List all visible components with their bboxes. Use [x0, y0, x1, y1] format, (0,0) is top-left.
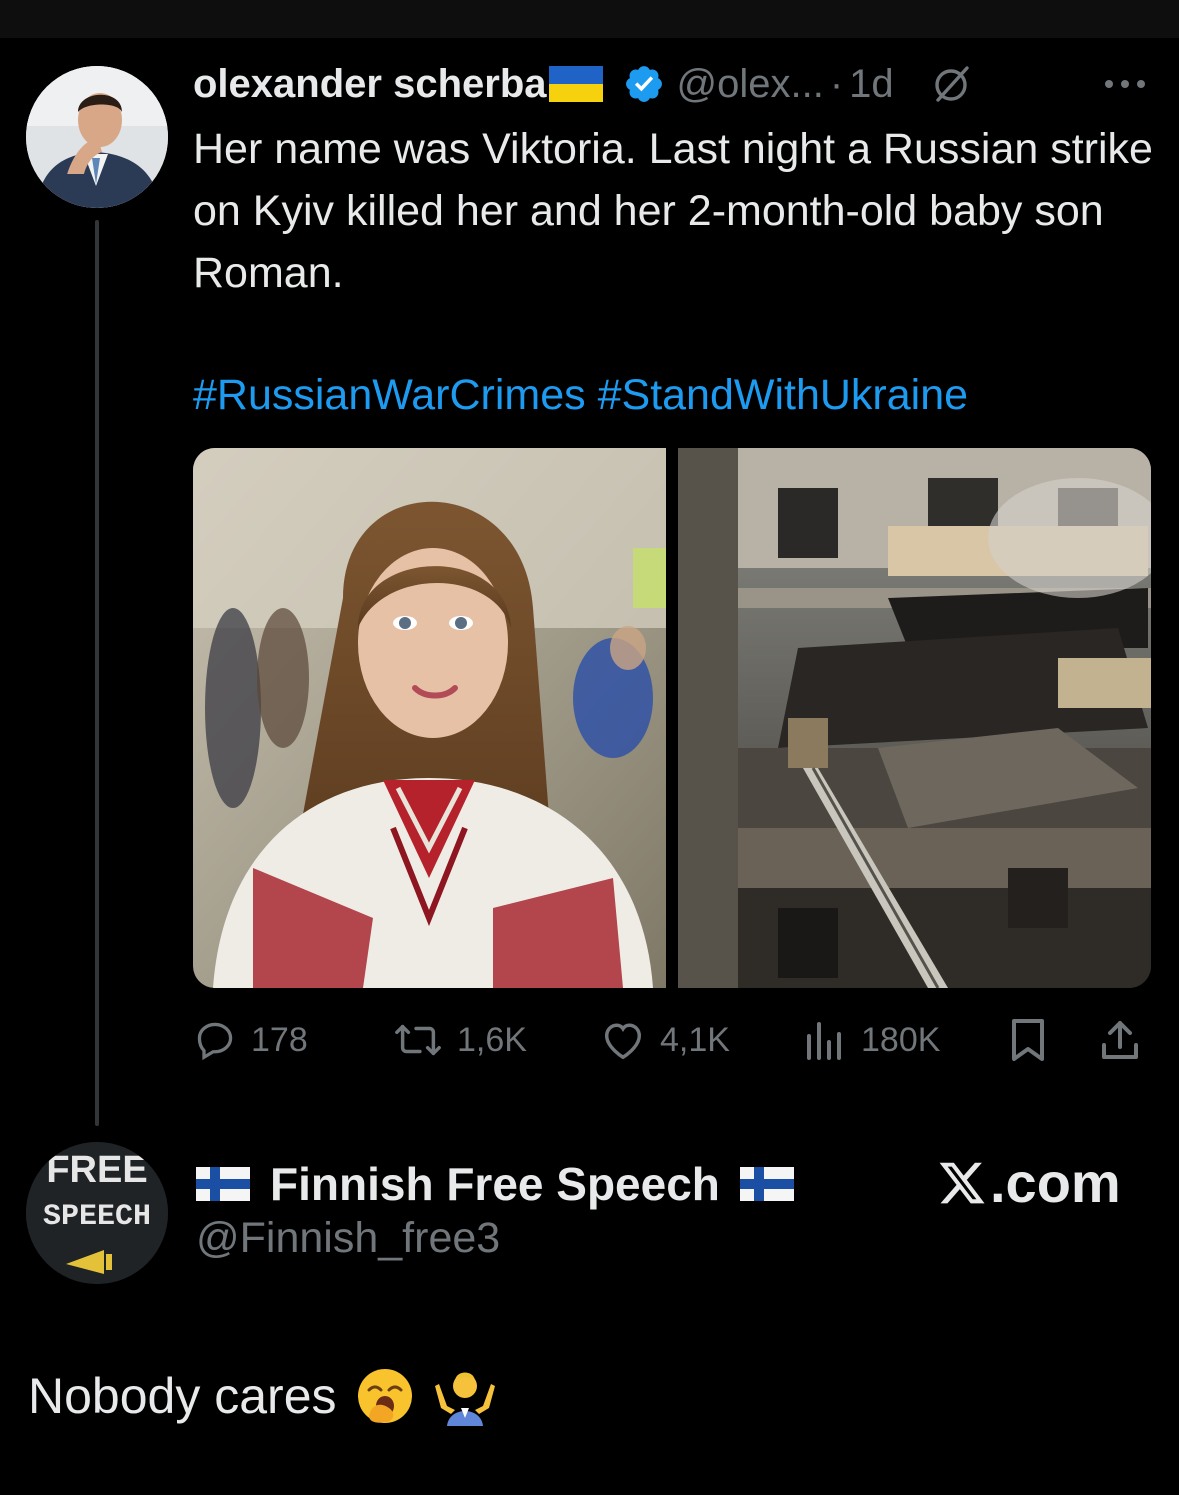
- yawning-face-icon: [357, 1369, 412, 1423]
- like-icon: [604, 1023, 642, 1060]
- status-bar: [0, 0, 1179, 38]
- timestamp[interactable]: 1d: [849, 62, 894, 107]
- tweet-text: Her name was Viktoria. Last night a Russ…: [193, 125, 1165, 297]
- avatar-text-top: FREE: [46, 1149, 147, 1191]
- verified-badge-icon[interactable]: [623, 63, 665, 105]
- destroyed-building-photo[interactable]: [678, 448, 1151, 988]
- x-com-watermark: .com: [936, 1150, 1121, 1215]
- repost-icon: [395, 1024, 441, 1056]
- views-icon: [807, 1022, 841, 1060]
- view-count: 180K: [861, 1020, 941, 1059]
- like-count: 4,1K: [660, 1020, 730, 1059]
- tweet-header: olexander scherba @olex... · 1d: [193, 58, 1153, 110]
- reply-text: Nobody cares: [28, 1368, 337, 1424]
- bookmark-button[interactable]: [1008, 1010, 1048, 1070]
- hashtag-links[interactable]: #RussianWarCrimes #StandWithUkraine: [193, 366, 968, 424]
- action-bar: 178 1,6K 4,1K 180K: [193, 1010, 1153, 1070]
- more-icon[interactable]: [1100, 58, 1152, 110]
- avatar[interactable]: [26, 66, 168, 208]
- media-grid: [193, 448, 1151, 988]
- ukraine-flag-icon: [548, 66, 603, 102]
- share-button[interactable]: [1098, 1010, 1142, 1070]
- reply-text-row: Nobody cares: [28, 1366, 497, 1426]
- like-button[interactable]: 4,1K: [600, 1010, 730, 1070]
- repost-button[interactable]: 1,6K: [393, 1010, 527, 1070]
- x-logo-icon: [939, 1162, 985, 1203]
- repost-count: 1,6K: [457, 1020, 527, 1059]
- display-name-quote[interactable]: Finnish Free Speech: [270, 1157, 720, 1211]
- reply-button[interactable]: 178: [193, 1010, 308, 1070]
- reply-icon: [197, 1022, 233, 1061]
- thread-line: [95, 220, 99, 1126]
- finland-flag-icon: [739, 1167, 794, 1201]
- display-name[interactable]: olexander scherba: [193, 62, 547, 107]
- handle[interactable]: @olex...: [677, 62, 824, 107]
- quote-header: Finnish Free Speech: [196, 1152, 794, 1216]
- person-shrugging-icon: [434, 1372, 495, 1426]
- reply-count: 178: [251, 1020, 308, 1059]
- avatar-text-bottom: SPEECH: [43, 1200, 151, 1234]
- views-button[interactable]: 180K: [803, 1010, 940, 1070]
- handle-quote[interactable]: @Finnish_free3: [196, 1214, 500, 1263]
- watermark-text: .com: [990, 1151, 1121, 1214]
- bookmark-icon: [1012, 1019, 1044, 1061]
- avatar-free-speech[interactable]: FREE SPEECH: [26, 1142, 168, 1284]
- grok-icon[interactable]: [930, 62, 974, 106]
- separator-dot: ·: [829, 61, 844, 106]
- finland-flag-icon: [196, 1167, 250, 1201]
- share-icon: [1102, 1021, 1138, 1059]
- portrait-photo[interactable]: [193, 448, 666, 988]
